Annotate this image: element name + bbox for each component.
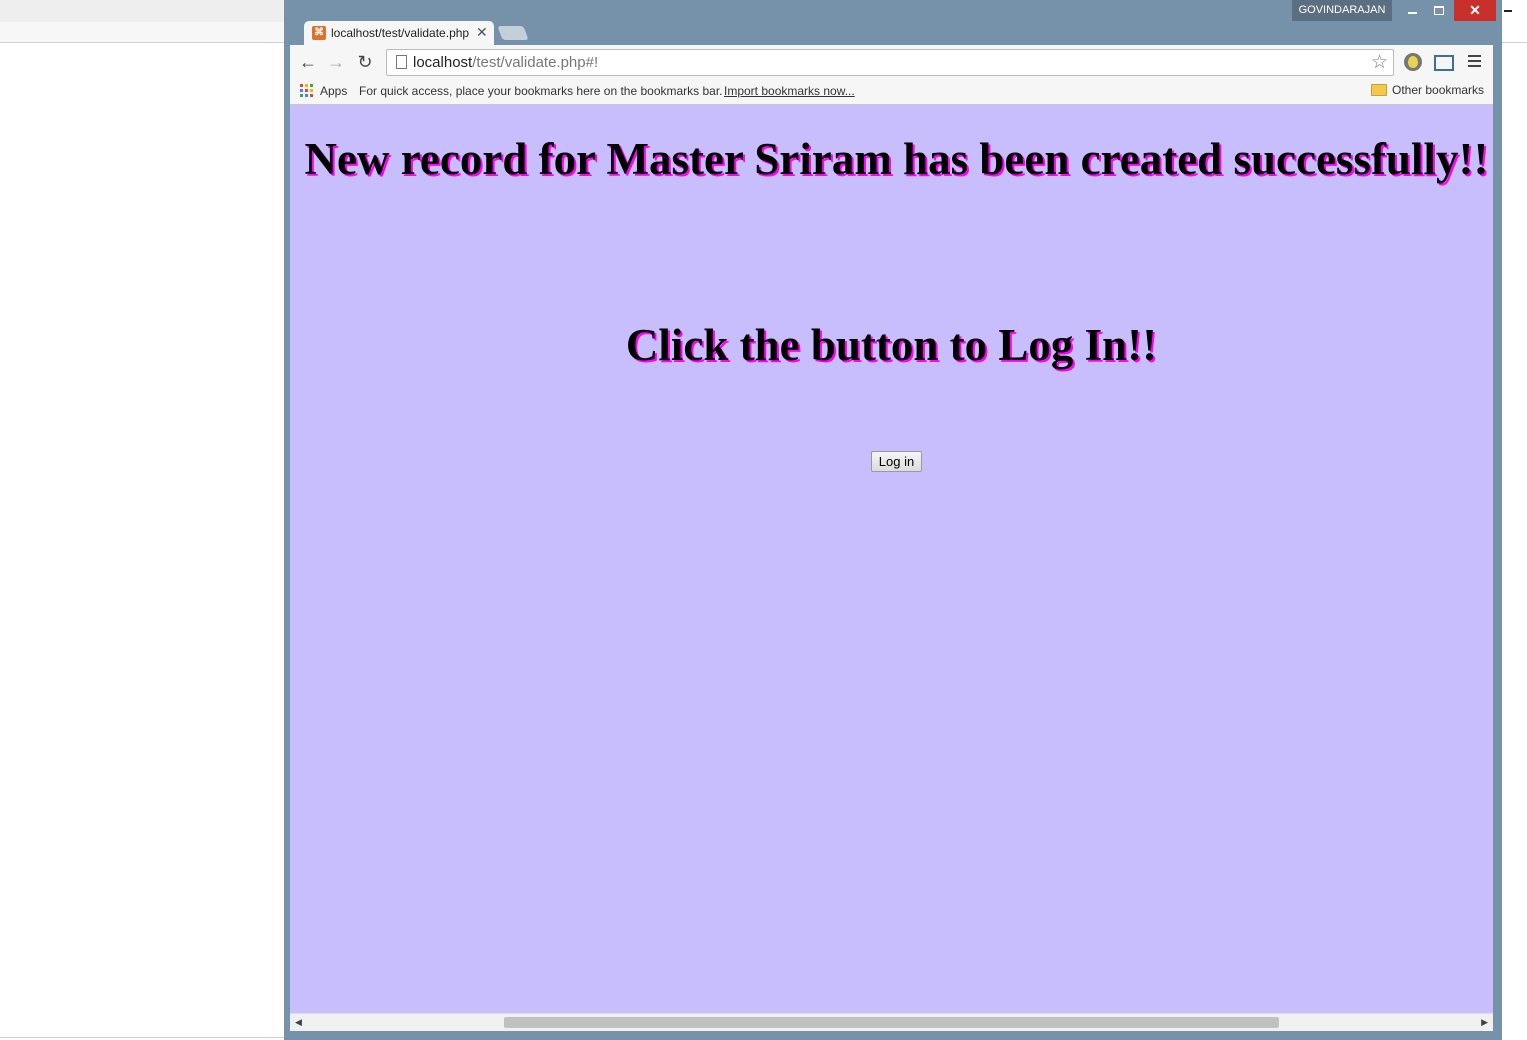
apps-icon[interactable] [300, 84, 313, 97]
horizontal-scrollbar[interactable]: ◀ ▶ [290, 1013, 1493, 1031]
other-bookmarks[interactable]: Other bookmarks [1392, 83, 1484, 97]
scroll-thumb[interactable] [504, 1017, 1279, 1028]
apps-link[interactable]: Apps [320, 84, 347, 98]
menu-icon[interactable] [1468, 55, 1481, 70]
scroll-left-icon[interactable]: ◀ [295, 1017, 302, 1028]
background-window-right [1502, 0, 1527, 1040]
login-prompt-heading: Click the button to Log In!! [625, 320, 1158, 370]
url-text[interactable]: localhost/test/validate.php#! [413, 54, 598, 71]
bookmarks-bar: Apps For quick access, place your bookma… [290, 79, 1493, 105]
background-window-titlebar [0, 0, 285, 22]
import-bookmarks-link[interactable]: Import bookmarks now... [724, 84, 855, 98]
star-icon[interactable]: ☆ [1371, 51, 1388, 74]
maximize-button[interactable] [1428, 0, 1450, 21]
forward-button[interactable]: → [324, 50, 348, 74]
folder-icon [1371, 84, 1387, 96]
new-tab-button[interactable] [497, 26, 529, 40]
tab-close-icon[interactable]: ✕ [476, 24, 488, 41]
url-path: /test/validate.php#! [472, 54, 599, 71]
close-icon: ✕ [1469, 2, 1481, 18]
tab-active[interactable]: ⌘ localhost/test/validate.php#! ✕ [304, 21, 494, 45]
login-button[interactable]: Log in [871, 451, 922, 472]
profile-button[interactable]: GOVINDARAJAN [1292, 0, 1392, 21]
page-content: New record for Master Sriram has been cr… [290, 105, 1493, 1013]
divider [1502, 42, 1527, 43]
cast-icon[interactable] [1434, 55, 1454, 71]
close-button[interactable]: ✕ [1454, 0, 1496, 21]
background-window-toolbar [0, 22, 285, 43]
bookmarks-hint: For quick access, place your bookmarks h… [359, 84, 723, 98]
toolbar: ← → ↻ localhost/test/validate.php#! ☆ [290, 45, 1493, 79]
browser-window: GOVINDARAJAN ✕ ⌘ localhost/test/validate… [284, 0, 1502, 1040]
minimize-button[interactable] [1402, 0, 1422, 21]
minimize-icon[interactable] [1504, 10, 1512, 12]
url-host: localhost [413, 54, 473, 71]
page-icon [396, 55, 407, 69]
maximize-icon [1434, 6, 1444, 15]
reload-button[interactable]: ↻ [353, 50, 377, 74]
back-button[interactable]: ← [296, 50, 320, 74]
tab-title: localhost/test/validate.php#! [331, 26, 469, 40]
scroll-right-icon[interactable]: ▶ [1481, 1017, 1488, 1028]
background-window-edge [0, 1037, 285, 1038]
address-bar[interactable]: localhost/test/validate.php#! ☆ [386, 49, 1394, 76]
minimize-icon [1408, 12, 1417, 14]
success-heading: New record for Master Sriram has been cr… [304, 134, 1489, 184]
xampp-icon: ⌘ [312, 26, 326, 40]
extension-icon[interactable] [1404, 53, 1422, 71]
